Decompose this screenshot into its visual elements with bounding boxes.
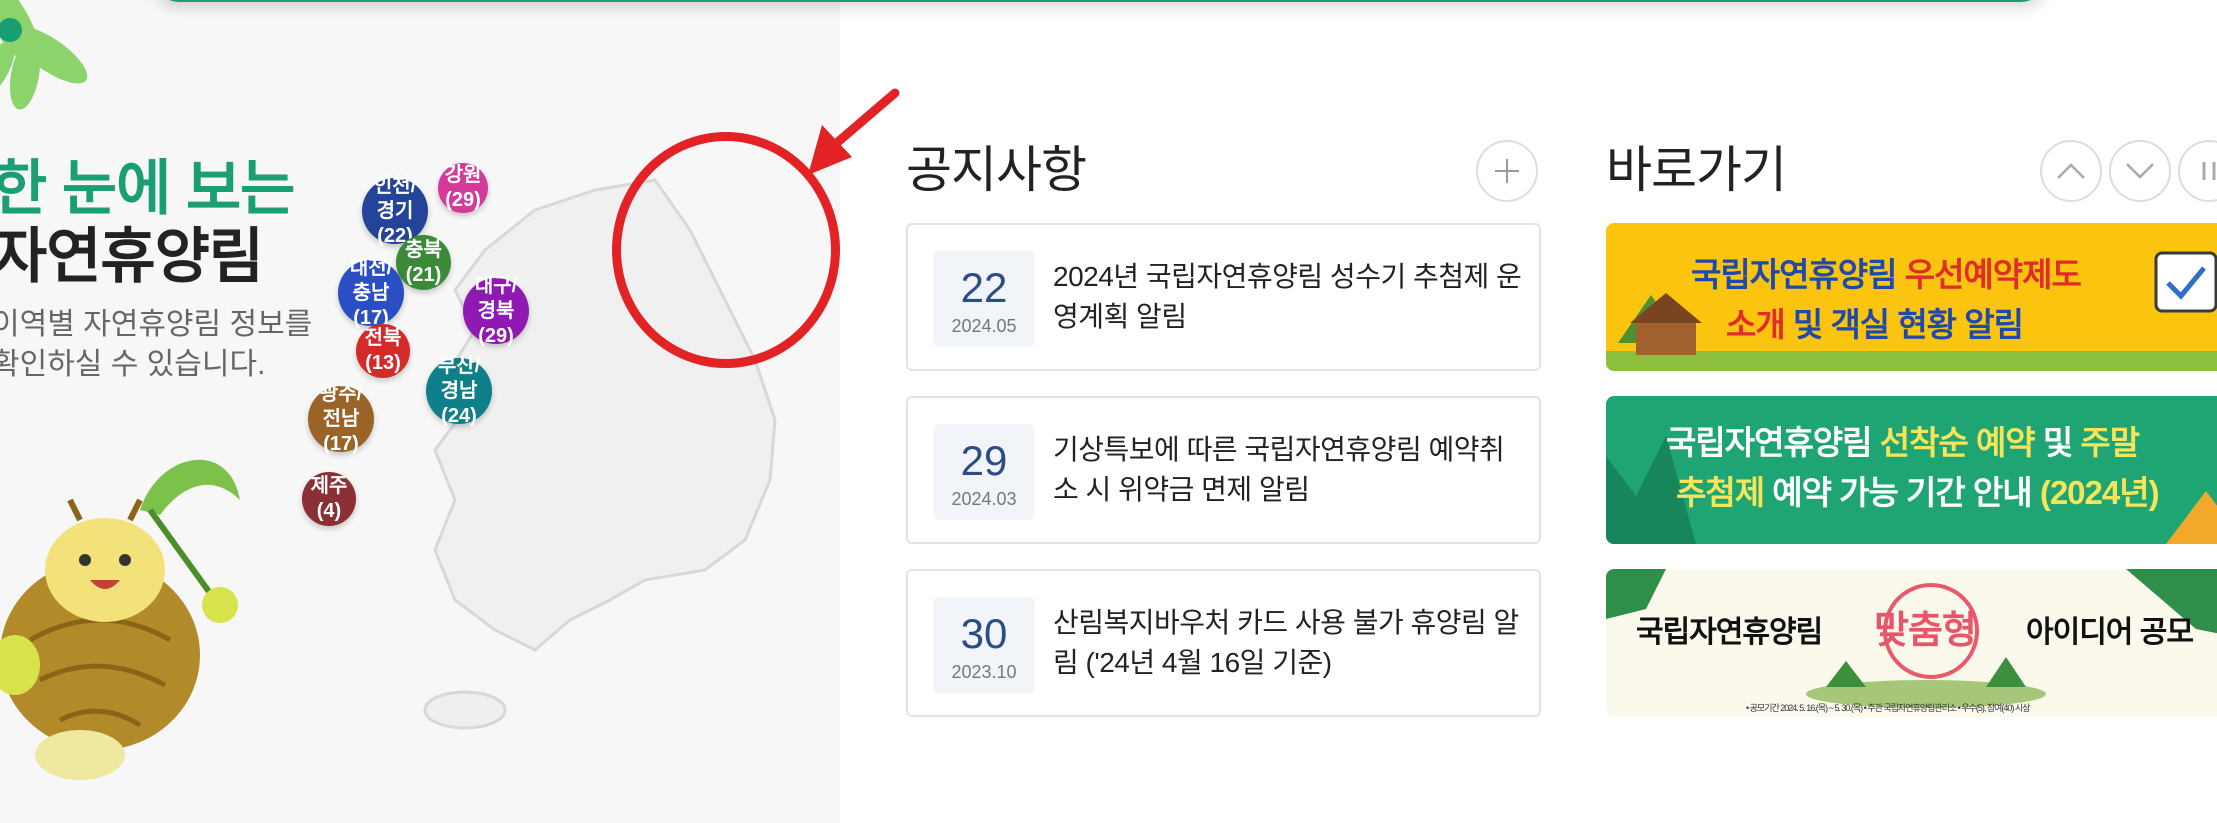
notice-item-title[interactable]: 기상특보에 따른 국립자연휴양림 예약취소 시 위약금 면제 알림 (1053, 430, 1523, 510)
slider-prev-button[interactable] (2040, 140, 2102, 202)
notice-item[interactable]: 30 2023.10 산림복지바우처 카드 사용 불가 휴양림 알림 ('24년… (906, 569, 1541, 717)
region-daegu-gyeongbuk[interactable]: 대구/ 경북 (29) (463, 275, 529, 347)
region-gangwon[interactable]: 강원 (29) (438, 163, 488, 213)
region-daejeon-chungnam[interactable]: 대전/ 충남 (17) (338, 257, 404, 329)
region-busan-gyeongnam[interactable]: 부산/ 경남 (24) (426, 355, 492, 427)
banner-first-come-reservation[interactable]: 국립자연휴양림 선착순 예약 및 주말 추첨제 예약 가능 기간 안내 (202… (1606, 396, 2217, 544)
region-jeonbuk[interactable]: 전북 (13) (356, 324, 410, 378)
notice-item-title[interactable]: 2024년 국립자연휴양림 성수기 추첨제 운영계획 알림 (1053, 257, 1523, 337)
pause-icon (2202, 162, 2216, 180)
notice-item[interactable]: 29 2024.03 기상특보에 따른 국립자연휴양림 예약취소 시 위약금 면… (906, 396, 1541, 544)
region-jeju[interactable]: 제주 (4) (302, 472, 356, 526)
banner-priority-reservation[interactable]: 국립자연휴양림 우선예약제도 소개 및 객실 현황 알림 (1606, 223, 2217, 371)
region-incheon-gyeonggi[interactable]: 인천/ 경기 (22) (362, 175, 428, 247)
banner-idea-contest[interactable]: 국립자연휴양림 맞춤형 아이디어 공모 • 공모기간 2024. 5. 16.(… (1606, 569, 2217, 717)
mascot-illustration (0, 459, 240, 780)
banner-illustration (1606, 251, 2217, 371)
map-title: 자연휴양림 (0, 223, 264, 290)
slider-next-button[interactable] (2109, 140, 2171, 202)
notice-date: 22 2024.05 (934, 251, 1034, 347)
map-description: 이역별 자연휴양림 정보를 확인하실 수 있습니다. (0, 308, 313, 381)
notice-date: 30 2023.10 (934, 597, 1034, 693)
leaf-decoration-icon (0, 0, 88, 110)
region-map-panel: 한 눈에 보는 자연휴양림 이역별 자연휴양림 정보를 확인하실 수 있습니다.… (0, 0, 840, 823)
plus-icon (1495, 159, 1519, 183)
notice-item-title[interactable]: 산림복지바우처 카드 사용 불가 휴양림 알림 ('24년 4월 16일 기준) (1053, 603, 1523, 683)
notice-section: 공지사항 22 2024.05 2024년 국립자연휴양림 성수기 추첨제 운영… (906, 130, 1541, 717)
chevron-down-icon (2126, 163, 2154, 179)
chevron-up-icon (2057, 163, 2085, 179)
notice-date: 29 2024.03 (934, 424, 1034, 520)
notice-item[interactable]: 22 2024.05 2024년 국립자연휴양림 성수기 추첨제 운영계획 알림 (906, 223, 1541, 371)
shortcut-section: 바로가기 국립자연휴양림 우선예약제도 소개 및 객실 현황 알림 국립자연휴양… (1606, 130, 2217, 717)
header-bar (150, 0, 2050, 2)
annotation-arrow-icon (808, 88, 900, 175)
region-chungbuk[interactable]: 충북 (21) (396, 235, 451, 290)
notice-more-button[interactable] (1476, 140, 1538, 202)
page: 한 눈에 보는 자연휴양림 이역별 자연휴양림 정보를 확인하실 수 있습니다.… (0, 0, 2217, 823)
region-gwangju-jeonnam[interactable]: 광주/ 전남 (17) (308, 383, 374, 455)
notice-title: 공지사항 (906, 142, 1087, 198)
